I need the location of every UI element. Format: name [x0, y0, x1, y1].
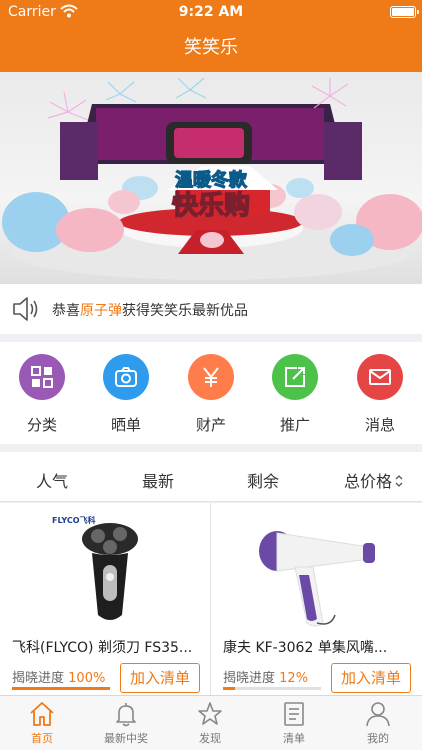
notice-text: 恭喜原子弹获得笑笑乐最新优品 — [52, 300, 248, 320]
add-to-list-button[interactable]: 加入清单 — [331, 663, 411, 693]
shortcut-category[interactable]: 分类 — [12, 354, 72, 435]
tab-bar: 首页 最新中奖 发现 清单 我的 — [0, 695, 422, 750]
progress-fill — [223, 687, 235, 690]
product-title: 康夫 KF-3062 单集风嘴... — [223, 640, 388, 656]
winner-notice[interactable]: 恭喜原子弹获得笑笑乐最新优品 — [0, 284, 422, 334]
page-title: 笑笑乐 — [184, 37, 238, 58]
home-icon — [30, 702, 54, 726]
tab-mine[interactable]: 我的 — [336, 700, 420, 746]
tab-label: 清单 — [283, 732, 305, 745]
notice-prefix: 恭喜 — [52, 303, 80, 319]
add-to-list-button[interactable]: 加入清单 — [120, 663, 200, 693]
product-image-hairdryer — [259, 531, 375, 627]
progress-value: 12% — [279, 671, 309, 686]
tab-label: 发现 — [199, 732, 221, 745]
clock: 9:22 AM — [178, 4, 244, 20]
tab-latest-winners[interactable]: 最新中奖 — [84, 700, 168, 746]
mail-icon — [357, 354, 403, 400]
tab-list[interactable]: 清单 — [252, 700, 336, 746]
sort-bar: 人气 最新 剩余 总价格 — [0, 452, 422, 502]
progress-caption: 揭晓进度 — [223, 671, 276, 686]
banner-artwork: 温暖冬款 快乐购 — [2, 77, 422, 280]
product-image-shaver — [82, 523, 138, 620]
status-bar: Carrier 9:22 AM — [0, 0, 422, 24]
tab-label: 我的 — [367, 732, 389, 745]
tab-home[interactable]: 首页 — [0, 700, 84, 746]
banner-text-line1: 温暖冬款 — [175, 169, 248, 191]
bell-icon — [116, 703, 136, 727]
shortcut-assets[interactable]: 财产 — [181, 354, 241, 435]
shortcut-label: 消息 — [364, 416, 395, 434]
sort-remaining[interactable]: 剩余 — [247, 468, 279, 492]
shortcut-promote[interactable]: 推广 — [265, 354, 325, 435]
shortcut-showcase[interactable]: 晒单 — [96, 354, 156, 435]
shortcut-messages[interactable]: 消息 — [350, 354, 410, 435]
notice-suffix: 获得笑笑乐最新优品 — [122, 303, 248, 319]
progress-fill — [12, 687, 110, 690]
speaker-icon — [13, 297, 38, 321]
list-icon — [284, 702, 304, 726]
banner-text-line2: 快乐购 — [172, 191, 250, 221]
grid-icon — [19, 354, 65, 400]
product-title: 飞科(FLYCO) 剃须刀 FS35... — [12, 640, 193, 656]
shortcut-label: 晒单 — [110, 416, 141, 434]
battery-icon — [390, 6, 419, 18]
tab-label: 首页 — [31, 732, 53, 745]
progress-value: 100% — [68, 671, 106, 686]
yen-icon — [188, 354, 234, 400]
promo-banner[interactable]: 温暖冬款 快乐购 — [0, 72, 422, 284]
progress-label: 揭晓进度 12% — [223, 667, 308, 686]
sort-total-price[interactable]: 总价格 — [344, 468, 404, 492]
progress-bar — [223, 687, 321, 690]
tab-label: 最新中奖 — [104, 732, 148, 745]
product-grid: FLYCO飞科 飞科(FLYCO) 剃须刀 FS35... 揭晓进度 100% … — [0, 503, 422, 695]
sort-toggle-icon — [395, 475, 403, 487]
share-icon — [272, 354, 318, 400]
progress-label: 揭晓进度 100% — [12, 667, 105, 686]
progress-bar — [12, 687, 110, 690]
sort-total-price-label: 总价格 — [344, 472, 393, 491]
progress-caption: 揭晓进度 — [12, 671, 65, 686]
user-icon — [366, 702, 390, 727]
star-icon — [198, 702, 222, 725]
product-card[interactable]: FLYCO飞科 飞科(FLYCO) 剃须刀 FS35... 揭晓进度 100% … — [0, 503, 210, 695]
shortcut-label: 分类 — [26, 416, 57, 434]
shortcut-label: 推广 — [279, 416, 310, 434]
nav-bar: 笑笑乐 — [0, 24, 422, 72]
shortcut-label: 财产 — [195, 416, 226, 434]
sort-newest[interactable]: 最新 — [142, 468, 174, 492]
camera-icon — [103, 354, 149, 400]
notice-user: 原子弹 — [80, 303, 122, 319]
category-shortcuts: 分类 晒单 财产 推广 消息 — [0, 342, 422, 444]
sort-popularity[interactable]: 人气 — [36, 468, 68, 492]
product-card[interactable]: 康夫 KF-3062 单集风嘴... 揭晓进度 12% 加入清单 — [211, 503, 421, 695]
tab-discover[interactable]: 发现 — [168, 700, 252, 746]
